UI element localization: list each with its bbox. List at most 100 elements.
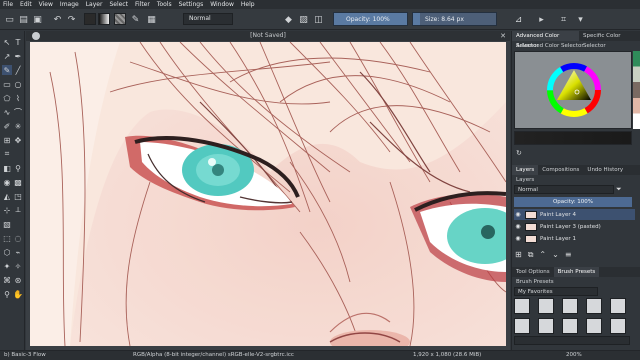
filter-icon[interactable]: ⏷ (616, 185, 622, 194)
color-selector-panel[interactable] (514, 51, 632, 129)
mirror-horizontal-icon[interactable]: ▸ (536, 14, 547, 25)
tab-tool-options[interactable]: Tool Options (512, 267, 554, 277)
wrap-around-icon[interactable]: ⌗ (558, 14, 569, 25)
new-doc-icon[interactable]: ▭ (4, 14, 15, 25)
menu-layer[interactable]: Layer (86, 1, 103, 8)
brush-preset-item[interactable] (586, 318, 602, 334)
assistant-tool-icon[interactable]: ⊹ (2, 205, 12, 215)
opacity-slider[interactable]: Opacity: 100% (333, 12, 408, 26)
brush-preset-item[interactable] (514, 298, 530, 314)
tab-specific-color-selector[interactable]: Specific Color Selector (579, 31, 640, 49)
crop-tool-icon[interactable]: ⌗ (2, 149, 12, 159)
document-tab[interactable]: [Not Saved] (26, 31, 510, 41)
menu-filter[interactable]: Filter (135, 1, 150, 8)
menu-select[interactable]: Select (109, 1, 128, 8)
measure-tool-icon[interactable]: ⟂ (13, 205, 23, 215)
tab-advanced-color-selector[interactable]: Advanced Color Selector (512, 31, 580, 49)
brush-preset-item[interactable] (514, 318, 530, 334)
colorize-mask-icon[interactable]: ◉ (2, 177, 12, 187)
smart-patch-icon[interactable]: ▩ (13, 177, 23, 187)
magnetic-select-icon[interactable]: ⊛ (13, 275, 23, 285)
menu-view[interactable]: View (39, 1, 53, 8)
brush-preset-item[interactable] (538, 318, 554, 334)
brush-search-input[interactable] (514, 336, 630, 345)
fill-tool-icon[interactable]: ◭ (2, 191, 12, 201)
drawing-canvas[interactable] (30, 42, 506, 346)
ellipse-tool-icon[interactable]: ○ (13, 79, 23, 89)
polyline-tool-icon[interactable]: ⌇ (13, 93, 23, 103)
layer-properties-icon[interactable]: ≡ (565, 250, 572, 260)
undo-icon[interactable]: ↶ (52, 14, 63, 25)
color-wheel[interactable] (515, 52, 633, 130)
menu-edit[interactable]: Edit (20, 1, 32, 8)
freehand-select-icon[interactable]: ⌁ (13, 247, 23, 257)
move-up-icon[interactable]: ⌃ (539, 250, 546, 260)
foreground-color-swatch[interactable] (84, 13, 96, 25)
pan-tool-icon[interactable]: ✋ (13, 289, 23, 299)
tab-layers[interactable]: Layers (512, 165, 539, 175)
status-zoom[interactable]: 200% (566, 352, 582, 358)
layer-blend-mode-select[interactable]: Normal (514, 185, 614, 194)
similar-select-icon[interactable]: ✧ (13, 261, 23, 271)
brush-tool-icon[interactable]: ✎ (2, 65, 12, 75)
blending-mode-select[interactable]: Normal (183, 13, 233, 25)
brush-preset-item[interactable] (610, 298, 626, 314)
layer-row[interactable]: ◉ Paint Layer 1 (514, 233, 635, 244)
brush-preset-item[interactable] (562, 318, 578, 334)
move-down-icon[interactable]: ⌄ (552, 250, 559, 260)
menu-help[interactable]: Help (241, 1, 255, 8)
tab-brush-presets[interactable]: Brush Presets (553, 267, 600, 277)
gradient-swatch[interactable] (98, 13, 110, 25)
pattern-swatch[interactable] (114, 13, 126, 25)
size-slider[interactable]: Size: 8.64 px (412, 12, 497, 26)
redo-icon[interactable]: ↷ (66, 14, 77, 25)
zoom-tool-icon[interactable]: ⚲ (2, 289, 12, 299)
enclose-fill-icon[interactable]: ◳ (13, 191, 23, 201)
preserve-alpha-icon[interactable]: ▨ (298, 14, 309, 25)
calligraphy-icon[interactable]: ✒ (13, 51, 23, 61)
gradient-tool-icon[interactable]: ◧ (2, 163, 12, 173)
line-tool-icon[interactable]: ╱ (13, 65, 23, 75)
rect-select-icon[interactable]: ⬚ (2, 233, 12, 243)
color-picker-icon[interactable]: ⚲ (13, 163, 23, 173)
bezier-select-icon[interactable]: ⌘ (2, 275, 12, 285)
edit-shapes-icon[interactable]: ↗ (2, 51, 12, 61)
multibrush-icon[interactable]: ✳ (13, 121, 23, 131)
brush-preset-item[interactable] (538, 298, 554, 314)
menu-window[interactable]: Window (210, 1, 234, 8)
color-history-bar[interactable] (514, 131, 632, 145)
polygon-select-icon[interactable]: ⬡ (2, 247, 12, 257)
duplicate-layer-icon[interactable]: ⧉ (528, 250, 534, 260)
tag-select[interactable]: My Favorites (514, 287, 598, 296)
select-shapes-icon[interactable]: ↖ (2, 37, 12, 47)
recent-colors-strip[interactable] (633, 51, 640, 129)
menu-image[interactable]: Image (60, 1, 79, 8)
text-tool-icon[interactable]: T (13, 37, 23, 47)
add-layer-icon[interactable]: ⊞ (515, 250, 522, 260)
contiguous-select-icon[interactable]: ✦ (2, 261, 12, 271)
menu-tools[interactable]: Tools (157, 1, 172, 8)
chevron-down-icon[interactable]: ▾ (575, 14, 586, 25)
visibility-eye-icon[interactable]: ◉ (514, 223, 522, 230)
move-tool-icon[interactable]: ✥ (13, 135, 23, 145)
freehand-path-icon[interactable]: ⌒ (13, 107, 23, 117)
layer-opacity-slider[interactable]: Opacity: 100% (514, 197, 632, 207)
layer-row[interactable]: ◉ Paint Layer 3 (pasted) (514, 221, 635, 232)
brush-preset-item[interactable] (562, 298, 578, 314)
dynamic-brush-icon[interactable]: ✐ (2, 121, 12, 131)
ellipse-select-icon[interactable]: ◌ (13, 233, 23, 243)
lock-alpha-icon[interactable]: ◫ (313, 14, 324, 25)
rectangle-tool-icon[interactable]: ▭ (2, 79, 12, 89)
bezier-tool-icon[interactable]: ∿ (2, 107, 12, 117)
brush-settings-icon[interactable]: ▦ (146, 14, 157, 25)
menu-settings[interactable]: Settings (179, 1, 204, 8)
mirror-icon[interactable]: ⊿ (513, 14, 524, 25)
transform-tool-icon[interactable]: ⊞ (2, 135, 12, 145)
tab-compositions[interactable]: Compositions (538, 165, 583, 175)
brush-preset-item[interactable] (610, 318, 626, 334)
close-icon[interactable]: ✕ (500, 32, 506, 40)
save-icon[interactable]: ▣ (32, 14, 43, 25)
layer-row[interactable]: ◉ Paint Layer 4 (514, 209, 635, 220)
visibility-eye-icon[interactable]: ◉ (514, 235, 522, 242)
tab-undo-history[interactable]: Undo History (583, 165, 627, 175)
